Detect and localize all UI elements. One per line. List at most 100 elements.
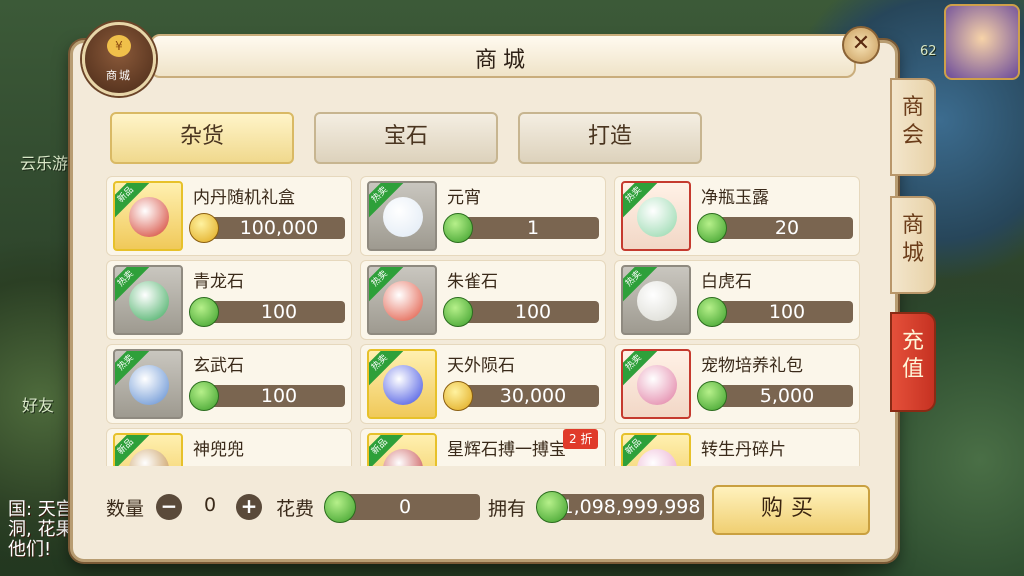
- chat-line-1: 国: 天宫: [8, 499, 74, 520]
- owned-label: 拥有: [488, 498, 527, 520]
- item-name: 白虎石: [701, 272, 752, 292]
- coin-icon: ¥: [107, 35, 131, 57]
- jade-coin-icon: [443, 213, 473, 243]
- item-name: 转生丹碎片: [701, 440, 786, 460]
- item-price: 1: [526, 217, 540, 239]
- item-price: 30,000: [499, 385, 567, 407]
- item-price: 100: [514, 301, 552, 323]
- item-name: 星辉石搏一搏宝: [447, 440, 566, 460]
- tab-gems[interactable]: 宝石: [314, 112, 498, 164]
- item-price-bar: 30,000: [443, 381, 599, 411]
- jade-coin-icon: [536, 491, 568, 523]
- item-name: 玄武石: [193, 356, 244, 376]
- discount-badge: 2 折: [563, 429, 599, 449]
- jade-coin-icon: [189, 381, 219, 411]
- jade-coin-icon: [697, 381, 727, 411]
- side-tab-label: 商城: [901, 213, 924, 266]
- buy-button[interactable]: 购买: [712, 485, 870, 535]
- item-name: 宠物培养礼包: [701, 356, 803, 376]
- item-card[interactable]: 热卖 宠物培养礼包 5,000: [614, 344, 860, 424]
- item-image: [129, 365, 169, 405]
- quantity-label: 数量: [106, 498, 145, 520]
- item-icon: 热卖: [113, 265, 183, 335]
- item-card[interactable]: 新品 转生丹碎片: [614, 428, 860, 466]
- item-image: [129, 449, 169, 466]
- item-price: 100: [768, 301, 806, 323]
- side-tab-guild-shop[interactable]: 商会: [890, 78, 936, 176]
- item-icon: 热卖: [367, 265, 437, 335]
- item-card[interactable]: 新品 内丹随机礼盒 100,000: [106, 176, 352, 256]
- side-tab-recharge[interactable]: 充值: [890, 312, 936, 412]
- tab-forge[interactable]: 打造: [518, 112, 702, 164]
- item-price-bar: 1: [443, 213, 599, 243]
- jade-coin-icon: [443, 297, 473, 327]
- item-card[interactable]: 热卖 天外陨石 30,000: [360, 344, 606, 424]
- owned-bar: 1,098,999,998: [536, 491, 704, 523]
- item-icon: 新品: [621, 433, 691, 466]
- side-tab-mall[interactable]: 商城: [890, 196, 936, 294]
- item-image: [637, 281, 677, 321]
- item-card[interactable]: 热卖 青龙石 100: [106, 260, 352, 340]
- tab-sundries[interactable]: 杂货: [110, 112, 294, 164]
- item-card[interactable]: 热卖 白虎石 100: [614, 260, 860, 340]
- item-name: 神兜兜: [193, 440, 244, 460]
- item-name: 元宵: [447, 188, 481, 208]
- item-price-bar: 5,000: [697, 381, 853, 411]
- item-icon: 热卖: [367, 349, 437, 419]
- jade-coin-icon: [697, 213, 727, 243]
- item-image: [383, 449, 423, 466]
- item-grid: 新品 内丹随机礼盒 100,000 热卖 元宵 1 热卖 净瓶玉露 20 热卖 青龙石 100 热卖 朱雀…: [106, 176, 866, 466]
- quantity-plus-button[interactable]: +: [236, 494, 262, 520]
- owned-value: 1,098,999,998: [561, 496, 701, 518]
- item-card[interactable]: 新品 星辉石搏一搏宝 2 折: [360, 428, 606, 466]
- gold-coin-icon: [443, 381, 473, 411]
- quantity-value[interactable]: 0: [190, 494, 230, 516]
- item-price-bar: 20: [697, 213, 853, 243]
- page-title: 商城: [474, 48, 531, 73]
- close-button[interactable]: ✕: [842, 26, 880, 64]
- chat-line-3: 他们!: [8, 539, 52, 560]
- item-name: 内丹随机礼盒: [193, 188, 295, 208]
- item-card[interactable]: 热卖 净瓶玉露 20: [614, 176, 860, 256]
- item-price: 5,000: [759, 385, 815, 407]
- item-name: 青龙石: [193, 272, 244, 292]
- item-icon: 热卖: [621, 181, 691, 251]
- item-image: [383, 281, 423, 321]
- item-name: 天外陨石: [447, 356, 515, 376]
- player-avatar[interactable]: [944, 4, 1020, 80]
- item-icon: 新品: [113, 433, 183, 466]
- quantity-minus-button[interactable]: −: [156, 494, 182, 520]
- shop-logo-icon: ¥ 商城: [82, 22, 156, 96]
- jade-coin-icon: [324, 491, 356, 523]
- item-price-bar: 100,000: [189, 213, 345, 243]
- item-image: [637, 197, 677, 237]
- item-icon: 热卖: [621, 265, 691, 335]
- item-icon: 热卖: [367, 181, 437, 251]
- item-price-bar: 100: [697, 297, 853, 327]
- friend-button[interactable]: 好友: [22, 392, 54, 416]
- item-icon: 热卖: [621, 349, 691, 419]
- logo-label: 商城: [106, 69, 132, 82]
- jade-coin-icon: [189, 297, 219, 327]
- cost-value: 0: [398, 496, 412, 518]
- item-card[interactable]: 热卖 朱雀石 100: [360, 260, 606, 340]
- item-price-bar: 100: [189, 381, 345, 411]
- cost-label: 花费: [276, 498, 315, 520]
- jade-coin-icon: [697, 297, 727, 327]
- item-card[interactable]: 热卖 玄武石 100: [106, 344, 352, 424]
- side-tab-label: 商会: [901, 95, 924, 148]
- item-icon: 新品: [113, 181, 183, 251]
- item-image: [383, 365, 423, 405]
- item-price-bar: 100: [443, 297, 599, 327]
- item-image: [637, 449, 677, 466]
- player-level: 62: [920, 44, 937, 59]
- side-tab-label: 充值: [901, 329, 924, 382]
- item-name: 朱雀石: [447, 272, 498, 292]
- item-name: 净瓶玉露: [701, 188, 769, 208]
- item-card[interactable]: 热卖 元宵 1: [360, 176, 606, 256]
- item-card[interactable]: 新品 神兜兜: [106, 428, 352, 466]
- item-image: [129, 197, 169, 237]
- cost-bar: 0: [324, 491, 480, 523]
- item-icon: 热卖: [113, 349, 183, 419]
- item-price: 20: [774, 217, 800, 239]
